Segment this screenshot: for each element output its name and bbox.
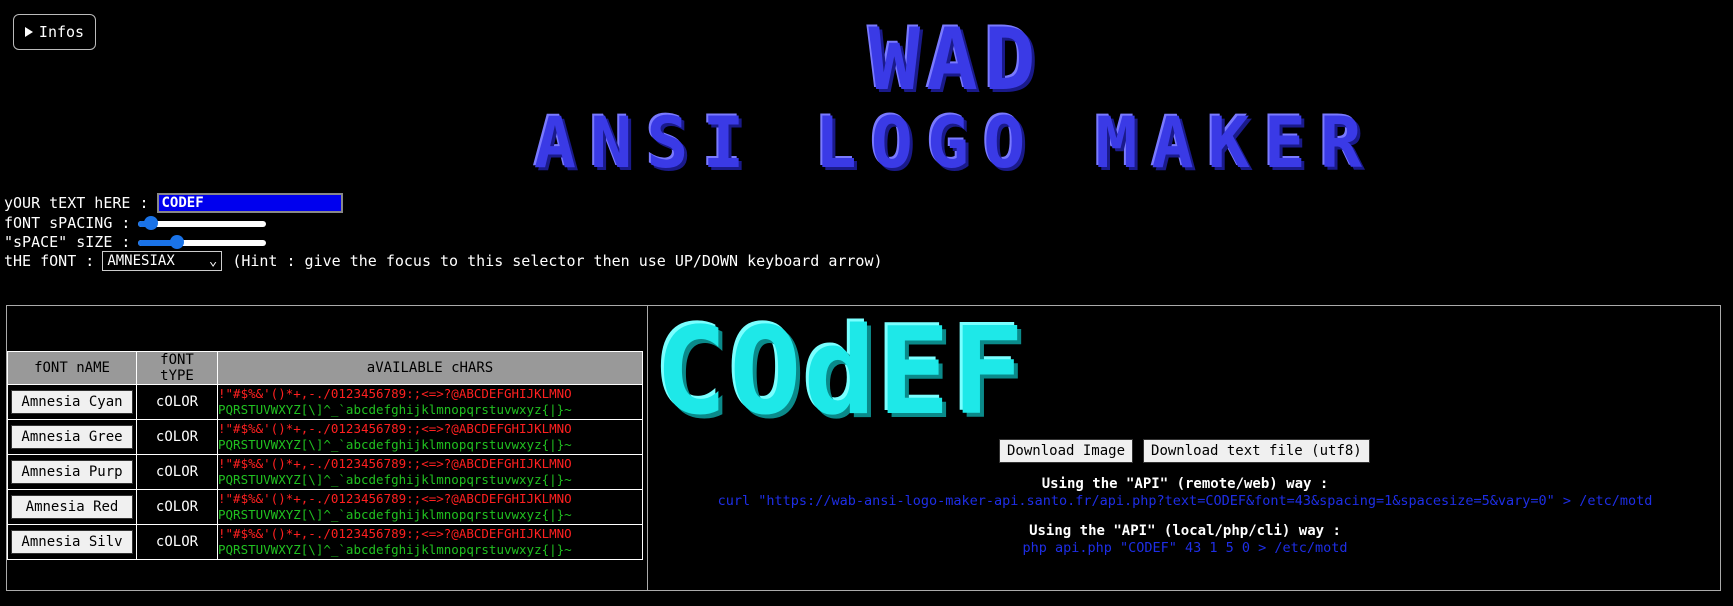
- api-remote-title: Using the "API" (remote/web) way :: [1041, 476, 1329, 492]
- font-type: cOLOR: [136, 489, 218, 525]
- download-text-button[interactable]: Download text file (utf8): [1143, 439, 1370, 463]
- download-image-button[interactable]: Download Image: [999, 439, 1134, 463]
- available-chars: !"#$%&'()*+,-./0123456789:;<=>?@ABCDEFGH…: [217, 454, 643, 490]
- font-type: cOLOR: [136, 454, 218, 490]
- font-button[interactable]: Amnesia Gree: [11, 425, 133, 449]
- font-row: tHE fONT : AMNESIAX ⌄ (Hint : give the f…: [4, 251, 883, 271]
- chevron-down-icon: ⌄: [208, 253, 218, 269]
- font-select[interactable]: AMNESIAX ⌄: [102, 251, 223, 271]
- text-input[interactable]: CODEF: [156, 193, 343, 213]
- space-size-slider[interactable]: [138, 234, 267, 250]
- space-size-slider-thumb[interactable]: [169, 235, 184, 249]
- spacing-row: fONT sPACING :: [4, 214, 267, 232]
- fonts-table: fONT nAME fONT tYPE aVAILABLE cHARS Amne…: [7, 351, 643, 560]
- font-type: cOLOR: [136, 419, 218, 455]
- col-font-name: fONT nAME: [7, 351, 137, 385]
- table-row: Amnesia Gree cOLOR !"#$%&'()*+,-./012345…: [7, 419, 643, 455]
- logo-line-2: ANSI LOGO MAKER: [533, 102, 1377, 184]
- download-buttons: Download Image Download text file (utf8): [999, 439, 1370, 463]
- table-row: Amnesia Silv cOLOR !"#$%&'()*+,-./012345…: [7, 524, 643, 560]
- font-button[interactable]: Amnesia Red: [11, 495, 133, 519]
- spacing-label: fONT sPACING :: [4, 214, 131, 232]
- available-chars: !"#$%&'()*+,-./0123456789:;<=>?@ABCDEFGH…: [217, 489, 643, 525]
- infos-label: Infos: [38, 23, 85, 41]
- font-type: cOLOR: [136, 524, 218, 560]
- text-label: yOUR tEXT hERE :: [4, 194, 149, 212]
- site-logo: WAD ANSI LOGO MAKER: [440, 10, 1470, 184]
- col-available-chars: aVAILABLE cHARS: [217, 351, 643, 385]
- spacing-slider-thumb[interactable]: [144, 216, 159, 230]
- available-chars: !"#$%&'()*+,-./0123456789:;<=>?@ABCDEFGH…: [217, 524, 643, 560]
- font-label: tHE fONT :: [4, 252, 95, 270]
- api-local-title: Using the "API" (local/php/cli) way :: [1029, 523, 1341, 539]
- play-triangle-icon: [24, 27, 33, 37]
- logo-line-1: WAD: [868, 10, 1042, 110]
- table-row: Amnesia Purp cOLOR !"#$%&'()*+,-./012345…: [7, 454, 643, 490]
- space-label: "sPACE" sIZE :: [4, 233, 131, 251]
- table-row: Amnesia Red cOLOR !"#$%&'()*+,-./0123456…: [7, 489, 643, 525]
- spacing-slider[interactable]: [138, 215, 267, 231]
- font-button[interactable]: Amnesia Silv: [11, 530, 133, 554]
- infos-button[interactable]: Infos: [13, 14, 96, 50]
- results-panel: fONT nAME fONT tYPE aVAILABLE cHARS Amne…: [6, 305, 1721, 591]
- font-select-value: AMNESIAX: [107, 253, 175, 269]
- font-button[interactable]: Amnesia Purp: [11, 460, 133, 484]
- available-chars: !"#$%&'()*+,-./0123456789:;<=>?@ABCDEFGH…: [217, 419, 643, 455]
- col-font-type: fONT tYPE: [136, 351, 218, 385]
- available-chars: !"#$%&'()*+,-./0123456789:;<=>?@ABCDEFGH…: [217, 384, 643, 420]
- space-row: "sPACE" sIZE :: [4, 233, 267, 251]
- table-row: Amnesia Cyan cOLOR !"#$%&'()*+,-./012345…: [7, 384, 643, 420]
- api-remote-command: curl "https://wab-ansi-logo-maker-api.sa…: [717, 493, 1653, 509]
- font-button[interactable]: Amnesia Cyan: [11, 390, 133, 414]
- api-local-command: php api.php "CODEF" 43 1 5 0 > /etc/motd: [1022, 540, 1348, 556]
- text-row: yOUR tEXT hERE : CODEF: [4, 193, 343, 213]
- logo-preview: COdEF: [655, 303, 1027, 442]
- font-type: cOLOR: [136, 384, 218, 420]
- hint-text: (Hint : give the focus to this selector …: [232, 252, 883, 270]
